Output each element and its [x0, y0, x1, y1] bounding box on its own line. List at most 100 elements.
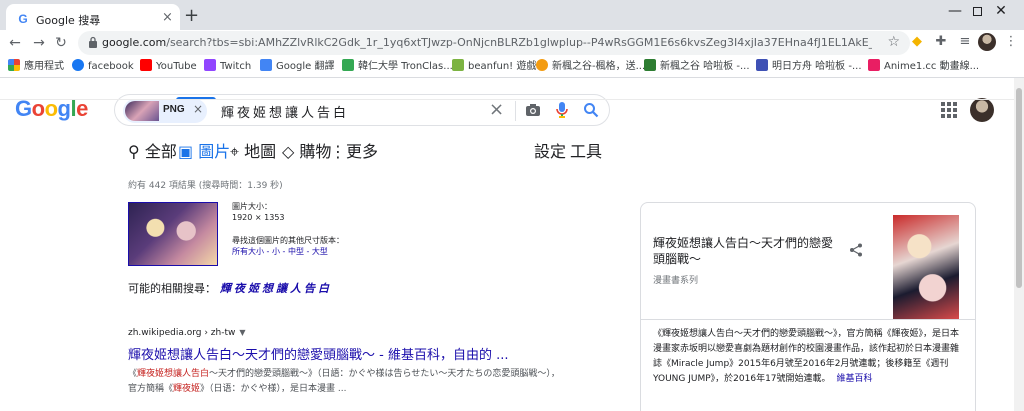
bookmark-maplestory[interactable]: 新楓之谷-楓格，送... — [536, 59, 645, 75]
knowledge-panel: 輝夜姬想讓人告白～天才們的戀愛頭腦戰～ 漫畫書系列 《輝夜姬想讓人告白～天才們的… — [640, 202, 976, 411]
map-pin-icon: ⌖ — [230, 142, 240, 161]
bookmark-tronclass[interactable]: 韓仁大學 TronClas... — [342, 59, 453, 75]
extension-icon[interactable]: ◆ — [908, 33, 926, 51]
tab-maps[interactable]: ⌖ 地圖 — [230, 144, 276, 160]
uploaded-image-thumbnail[interactable] — [128, 202, 218, 266]
tab-label: 圖片 — [198, 142, 231, 161]
settings-link[interactable]: 設定 — [534, 144, 566, 160]
tools-link[interactable]: 工具 — [570, 144, 602, 160]
bookmark-star-icon[interactable]: ☆ — [887, 34, 900, 50]
share-icon[interactable] — [849, 243, 863, 257]
more-vert-icon: ⋮ — [330, 142, 346, 161]
snippet-highlight: 輝夜姬 — [173, 384, 201, 394]
bookmark-google-translate[interactable]: Google 翻譯 — [260, 59, 334, 75]
chip-remove-icon[interactable]: × — [193, 102, 203, 116]
close-tab-icon[interactable]: × — [162, 11, 173, 25]
url-path: /search?tbs=sbi:AMhZZlvRlkC2Gdk_1r_1yq6x… — [166, 36, 872, 49]
bookmark-anime1[interactable]: Anime1.cc 動畫線... — [868, 59, 979, 75]
image-size-label: 圖片大小： — [232, 202, 272, 211]
manga-cover-image[interactable] — [893, 215, 959, 319]
tab-label: 購物 — [299, 142, 332, 161]
tab-label: 更多 — [346, 142, 379, 161]
tab-label: 地圖 — [244, 142, 277, 161]
media-icon[interactable]: ≡ — [956, 33, 974, 51]
searchbox-divider — [515, 101, 516, 121]
tab-shopping[interactable]: ◇ 購物 — [282, 144, 331, 160]
bookmark-label: Anime1.cc 動畫線... — [884, 61, 980, 72]
result-title-link[interactable]: 輝夜姬想讓人告白～天才們的戀愛頭腦戰～ - 維基百科，自由的 ... — [128, 344, 509, 363]
knowledge-panel-subtitle: 漫畫書系列 — [653, 276, 699, 286]
caret-down-icon[interactable]: ▼ — [239, 328, 245, 337]
tabs-divider — [0, 99, 1014, 100]
anime1-icon — [868, 59, 880, 71]
account-avatar[interactable] — [970, 98, 994, 122]
twitch-icon — [204, 59, 216, 71]
related-label: 可能的相關搜尋： — [128, 282, 216, 295]
size-links[interactable]: 所有大小 - 小 - 中型 - 大型 — [232, 246, 344, 257]
address-bar[interactable]: google.com/search?tbs=sbi:AMhZZlvRlkC2Gd… — [78, 31, 910, 55]
result-snippet: 《輝夜姬想讓人告白～天才們的戀愛頭腦戰～》（日語：かぐや様は告らせたい〜天才たち… — [128, 367, 568, 397]
bookmark-maplestory-forum[interactable]: 新楓之谷 哈啦板 -... — [644, 59, 750, 75]
page-scrollbar[interactable] — [1014, 78, 1024, 411]
snippet-highlight: 輝夜姬想讓人告白 — [137, 369, 210, 379]
close-window-button[interactable]: ✕ — [978, 0, 1024, 30]
new-tab-button[interactable]: + — [184, 7, 199, 25]
forum-icon — [644, 59, 656, 71]
bookmark-label: 新楓之谷 哈啦板 -... — [660, 61, 750, 72]
knowledge-panel-divider — [641, 319, 975, 320]
image-icon: ▣ — [178, 142, 194, 161]
reload-icon[interactable]: ↻ — [50, 32, 72, 54]
menu-icon[interactable]: ⋮ — [1002, 33, 1020, 51]
back-icon[interactable]: ← — [4, 32, 26, 54]
apps-grid-icon — [8, 59, 20, 71]
knowledge-panel-title: 輝夜姬想讓人告白～天才們的戀愛頭腦戰～ — [653, 236, 834, 266]
url-host: google.com — [102, 36, 167, 49]
bookmark-apps[interactable]: 應用程式 — [8, 59, 64, 75]
clear-icon[interactable]: × — [489, 99, 504, 121]
bookmark-label: 新楓之谷-楓格，送... — [552, 61, 646, 72]
url-text: google.com/search?tbs=sbi:AMhZZlvRlkC2Gd… — [102, 36, 872, 49]
query-image-thumbnail — [125, 101, 159, 121]
search-icon[interactable] — [583, 102, 599, 118]
tab-more[interactable]: ⋮更多 — [330, 144, 378, 160]
snippet-text: 《 — [128, 369, 138, 379]
chip-label: PNG — [163, 104, 185, 115]
bookmark-label: Twitch — [220, 61, 252, 72]
bookmarks-bar: 應用程式 facebook YouTube Twitch Google 翻譯 韓… — [0, 56, 1024, 78]
youtube-icon — [140, 59, 152, 71]
wikipedia-link[interactable]: 維基百科 — [837, 374, 873, 384]
microphone-icon[interactable] — [555, 101, 569, 119]
bookmark-label: 明日方舟 哈啦板 -... — [772, 61, 862, 72]
result-stats: 約有 442 項結果 (搜尋時間：1.39 秒) — [128, 181, 283, 191]
puzzle-icon[interactable]: ✚ — [932, 33, 950, 51]
google-results-page: Google PNG × 輝夜姬想讓人告白 × ⚲ 全部 ▣ 圖片 ⌖ 地圖 ◇… — [0, 78, 1014, 411]
image-query-chip[interactable]: PNG × — [123, 99, 207, 123]
search-icon: ⚲ — [128, 142, 140, 161]
bookmark-label: beanfun! 遊戲 — [468, 61, 537, 72]
bookmark-label: YouTube — [156, 61, 197, 72]
tab-label: 全部 — [144, 142, 177, 161]
result-cite: zh.wikipedia.org › zh-tw ▼ — [128, 328, 246, 338]
scrollbar-thumb[interactable] — [1016, 88, 1022, 288]
bookmark-label: 應用程式 — [24, 61, 64, 72]
maplestory-icon — [536, 59, 548, 71]
image-size-value: 1920 × 1353 — [232, 213, 285, 222]
bookmark-facebook[interactable]: facebook — [72, 59, 134, 75]
forward-icon[interactable]: → — [28, 32, 50, 54]
tab-images[interactable]: ▣ 圖片 — [178, 144, 230, 160]
bookmark-beanfun[interactable]: beanfun! 遊戲 — [452, 59, 536, 75]
tab-strip: G Google 搜尋 × + — ✕ — [0, 0, 1024, 34]
camera-icon[interactable] — [525, 102, 541, 118]
profile-avatar-icon[interactable] — [978, 33, 996, 51]
google-apps-icon[interactable] — [941, 102, 957, 118]
bookmark-twitch[interactable]: Twitch — [204, 59, 251, 75]
search-input[interactable]: 輝夜姬想讓人告白 — [221, 102, 349, 121]
translate-icon — [260, 59, 272, 71]
tab-all[interactable]: ⚲ 全部 — [128, 144, 177, 160]
bookmark-youtube[interactable]: YouTube — [140, 59, 197, 75]
result-url: zh.wikipedia.org › zh-tw — [128, 328, 236, 338]
google-favicon-icon: G — [18, 12, 28, 26]
related-search-link[interactable]: 輝夜姬想讓人告白 — [220, 282, 332, 295]
snippet-text: 》（日语：かぐや様），是日本漫畫 ... — [200, 384, 347, 394]
bookmark-arknights-forum[interactable]: 明日方舟 哈啦板 -... — [756, 59, 862, 75]
